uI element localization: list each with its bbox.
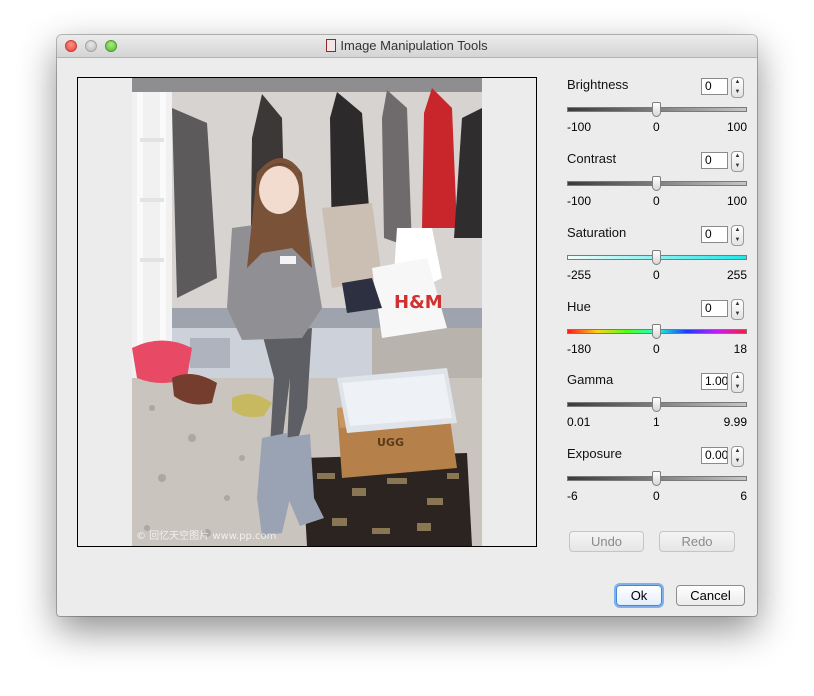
contrast-input[interactable]: 0 bbox=[701, 152, 728, 169]
gamma-slider-thumb[interactable] bbox=[652, 397, 661, 412]
brightness-mid-label: 0 bbox=[653, 120, 660, 134]
brightness-label: Brightness bbox=[567, 77, 629, 92]
gamma-control: Gamma 1.00 ▲ ▼ 0.01 1 9.99 bbox=[567, 372, 747, 440]
gamma-max-label: 9.99 bbox=[723, 415, 747, 429]
undo-button[interactable]: Undo bbox=[569, 531, 644, 552]
hue-slider-thumb[interactable] bbox=[652, 324, 661, 339]
step-down-icon[interactable]: ▼ bbox=[732, 162, 743, 172]
gamma-stepper[interactable]: ▲ ▼ bbox=[731, 372, 744, 393]
saturation-min-label: -255 bbox=[567, 268, 592, 282]
step-down-icon[interactable]: ▼ bbox=[732, 310, 743, 320]
saturation-stepper[interactable]: ▲ ▼ bbox=[731, 225, 744, 246]
hue-mid-label: 0 bbox=[653, 342, 660, 356]
ok-button[interactable]: Ok bbox=[616, 585, 662, 606]
svg-text:UGG: UGG bbox=[377, 436, 404, 449]
step-down-icon[interactable]: ▼ bbox=[732, 236, 743, 246]
step-down-icon[interactable]: ▼ bbox=[732, 457, 743, 467]
document-icon bbox=[326, 39, 337, 52]
saturation-input[interactable]: 0 bbox=[701, 226, 728, 243]
hue-min-label: -180 bbox=[567, 342, 592, 356]
image-preview-frame: H&M UGG © 回忆天空图片 www.pp.com bbox=[77, 77, 537, 547]
cancel-button[interactable]: Cancel bbox=[676, 585, 745, 606]
exposure-input[interactable]: 0.00 bbox=[701, 447, 728, 464]
window-title-text: Image Manipulation Tools bbox=[340, 38, 488, 53]
image-tools-dialog: Image Manipulation Tools H&M UGG © 回忆天空图… bbox=[57, 35, 757, 616]
saturation-mid-label: 0 bbox=[653, 268, 660, 282]
brightness-slider-thumb[interactable] bbox=[652, 102, 661, 117]
step-up-icon[interactable]: ▲ bbox=[732, 373, 743, 383]
photo-illustration: H&M UGG bbox=[132, 78, 482, 546]
contrast-mid-label: 0 bbox=[653, 194, 660, 208]
contrast-control: Contrast 0 ▲ ▼ -100 0 100 bbox=[567, 151, 747, 219]
step-down-icon[interactable]: ▼ bbox=[732, 88, 743, 98]
exposure-max-label: 6 bbox=[740, 489, 747, 503]
gamma-mid-label: 1 bbox=[653, 415, 660, 429]
hue-input[interactable]: 0 bbox=[701, 300, 728, 317]
hue-label: Hue bbox=[567, 299, 591, 314]
image-preview: H&M UGG © 回忆天空图片 www.pp.com bbox=[132, 78, 482, 546]
brightness-stepper[interactable]: ▲ ▼ bbox=[731, 77, 744, 98]
contrast-slider-thumb[interactable] bbox=[652, 176, 661, 191]
step-up-icon[interactable]: ▲ bbox=[732, 447, 743, 457]
gamma-input[interactable]: 1.00 bbox=[701, 373, 728, 390]
step-up-icon[interactable]: ▲ bbox=[732, 226, 743, 236]
brightness-control: Brightness 0 ▲ ▼ -100 0 100 bbox=[567, 77, 747, 145]
exposure-control: Exposure 0.00 ▲ ▼ -6 0 6 bbox=[567, 446, 747, 514]
exposure-mid-label: 0 bbox=[653, 489, 660, 503]
title-bar: Image Manipulation Tools bbox=[57, 35, 757, 58]
contrast-min-label: -100 bbox=[567, 194, 592, 208]
saturation-slider-thumb[interactable] bbox=[652, 250, 661, 265]
svg-text:H&M: H&M bbox=[394, 292, 443, 313]
contrast-max-label: 100 bbox=[726, 194, 747, 208]
gamma-min-label: 0.01 bbox=[567, 415, 591, 429]
exposure-slider-thumb[interactable] bbox=[652, 471, 661, 486]
brightness-max-label: 100 bbox=[726, 120, 747, 134]
hue-stepper[interactable]: ▲ ▼ bbox=[731, 299, 744, 320]
brightness-min-label: -100 bbox=[567, 120, 592, 134]
window-title: Image Manipulation Tools bbox=[57, 38, 757, 53]
step-up-icon[interactable]: ▲ bbox=[732, 152, 743, 162]
step-up-icon[interactable]: ▲ bbox=[732, 300, 743, 310]
contrast-label: Contrast bbox=[567, 151, 617, 166]
gamma-label: Gamma bbox=[567, 372, 614, 387]
step-down-icon[interactable]: ▼ bbox=[732, 383, 743, 393]
step-up-icon[interactable]: ▲ bbox=[732, 78, 743, 88]
hue-max-label: 18 bbox=[733, 342, 747, 356]
saturation-max-label: 255 bbox=[726, 268, 747, 282]
image-watermark: © 回忆天空图片 www.pp.com bbox=[136, 531, 277, 542]
exposure-label: Exposure bbox=[567, 446, 622, 461]
saturation-control: Saturation 0 ▲ ▼ -255 0 255 bbox=[567, 225, 747, 293]
exposure-min-label: -6 bbox=[567, 489, 578, 503]
exposure-stepper[interactable]: ▲ ▼ bbox=[731, 446, 744, 467]
redo-button[interactable]: Redo bbox=[659, 531, 735, 552]
contrast-stepper[interactable]: ▲ ▼ bbox=[731, 151, 744, 172]
brightness-input[interactable]: 0 bbox=[701, 78, 728, 95]
hue-control: Hue 0 ▲ ▼ -180 0 18 bbox=[567, 299, 747, 367]
saturation-label: Saturation bbox=[567, 225, 627, 240]
